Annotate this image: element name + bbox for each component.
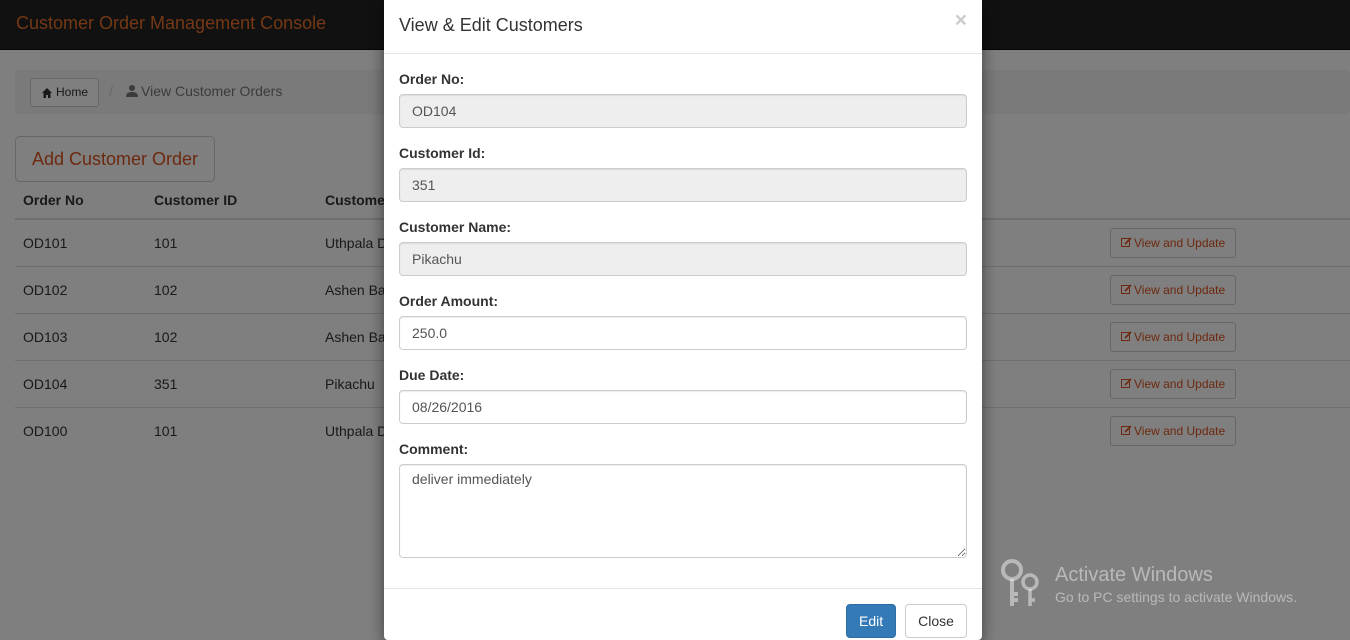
order-no-group: Order No:	[399, 69, 967, 128]
order-amount-field[interactable]	[399, 316, 967, 350]
customer-name-group: Customer Name:	[399, 217, 967, 276]
order-amount-label: Order Amount:	[399, 293, 499, 309]
customer-id-field[interactable]	[399, 168, 967, 202]
close-icon[interactable]: ×	[955, 10, 967, 31]
edit-button[interactable]: Edit	[846, 604, 896, 638]
comment-group: Comment: deliver immediately	[399, 439, 967, 558]
due-date-group: Due Date:	[399, 365, 967, 424]
comment-field[interactable]: deliver immediately	[399, 464, 967, 558]
due-date-field[interactable]	[399, 390, 967, 424]
modal-header: View & Edit Customers ×	[384, 0, 982, 54]
customer-id-label: Customer Id:	[399, 145, 486, 161]
order-amount-group: Order Amount:	[399, 291, 967, 350]
due-date-label: Due Date:	[399, 367, 465, 383]
customer-id-group: Customer Id:	[399, 143, 967, 202]
modal-footer: Edit Close	[384, 588, 982, 640]
activate-windows-watermark: Activate Windows Go to PC settings to ac…	[1000, 556, 1340, 612]
modal-title: View & Edit Customers	[399, 15, 583, 35]
customer-name-field[interactable]	[399, 242, 967, 276]
edit-customer-modal: View & Edit Customers × Order No: Custom…	[384, 0, 982, 640]
order-no-field[interactable]	[399, 94, 967, 128]
watermark-subtitle: Go to PC settings to activate Windows.	[1055, 589, 1297, 605]
comment-label: Comment:	[399, 441, 469, 457]
watermark-title: Activate Windows	[1055, 564, 1213, 586]
key-icon	[1001, 559, 1039, 606]
customer-name-label: Customer Name:	[399, 219, 512, 235]
close-button[interactable]: Close	[905, 604, 967, 638]
order-no-label: Order No:	[399, 71, 465, 87]
